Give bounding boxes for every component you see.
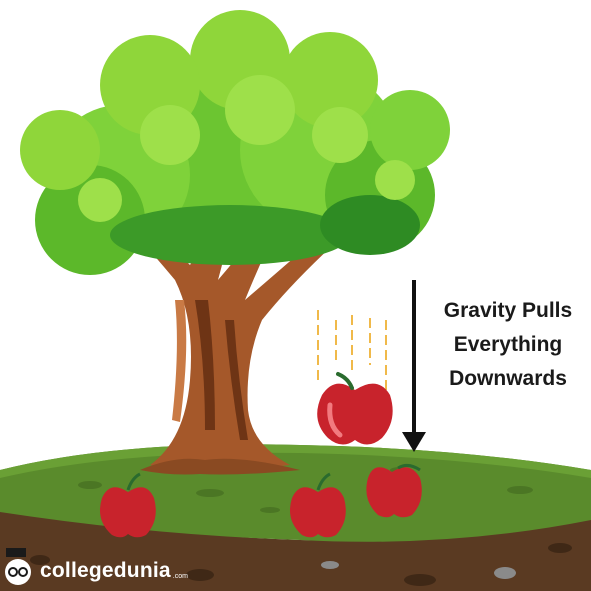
ground-apple-icon	[366, 463, 422, 518]
caption-line: Everything	[453, 333, 563, 356]
caption-line: Gravity Pulls	[443, 299, 573, 322]
gravity-arrow	[402, 280, 426, 452]
brand-logo: collegedunia .com	[4, 553, 188, 589]
brand-tld: .com	[172, 572, 188, 580]
tree-foliage	[20, 10, 450, 275]
brand-name: collegedunia	[40, 559, 171, 582]
gravity-caption: Gravity Pulls Everything Downwards	[428, 294, 588, 396]
falling-apple-icon	[317, 372, 393, 445]
caption-line: Downwards	[449, 367, 567, 390]
